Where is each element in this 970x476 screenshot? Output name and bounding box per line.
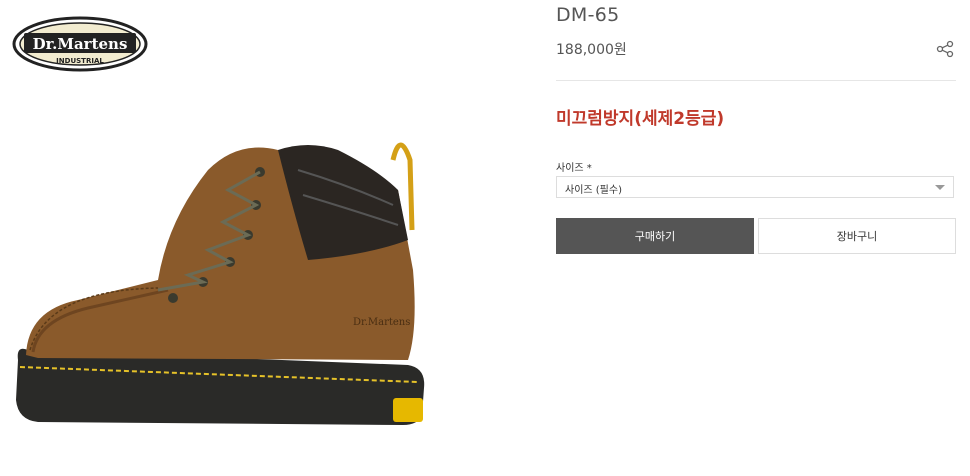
promo-text: 미끄럼방지(세제2등급) [556, 109, 725, 129]
divider [556, 80, 956, 81]
product-price: 188,000원 [556, 42, 627, 58]
logo-text-main: Dr.Martens [33, 35, 128, 53]
brand-logo: Dr.Martens INDUSTRIAL [12, 16, 148, 72]
buy-button[interactable]: 구매하기 [556, 218, 754, 254]
logo-text-sub: INDUSTRIAL [56, 57, 104, 65]
product-gallery: Dr.Martens INDUSTRIAL Dr.Martens [0, 0, 540, 476]
size-label: 사이즈 * [556, 163, 592, 174]
svg-text:Dr.Martens: Dr.Martens [353, 317, 410, 328]
chevron-down-icon [935, 185, 945, 190]
add-to-cart-button[interactable]: 장바구니 [758, 218, 956, 254]
product-info-panel: DM-65 188,000원 미끄럼방지(세제2등급) 사이즈 * 사이즈 (필… [556, 0, 956, 476]
size-select[interactable]: 사이즈 (필수) [556, 176, 954, 198]
product-name: DM-65 [556, 4, 620, 26]
product-image-boot: Dr.Martens [16, 142, 425, 425]
size-select-value: 사이즈 (필수) [565, 185, 622, 196]
share-icon[interactable] [936, 40, 954, 58]
